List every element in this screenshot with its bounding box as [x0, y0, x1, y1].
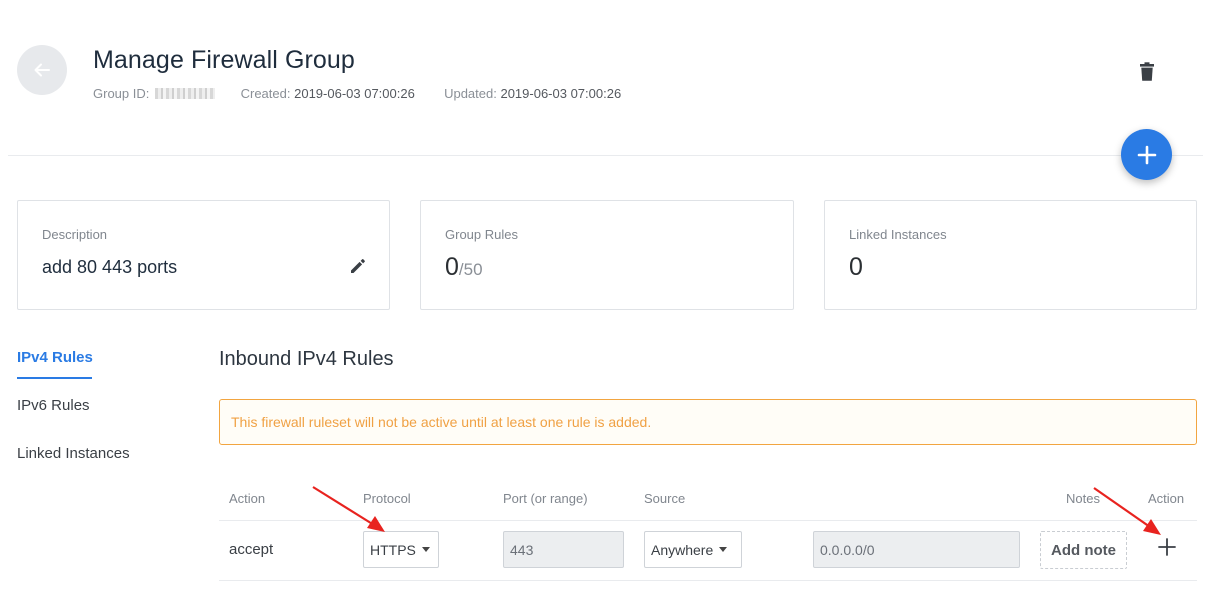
- created-label: Created:: [240, 86, 291, 101]
- group-id-label: Group ID:: [93, 86, 150, 101]
- table-header-divider: [219, 520, 1197, 521]
- column-header-port: Port (or range): [503, 491, 588, 506]
- page-title: Manage Firewall Group: [93, 46, 355, 74]
- add-button[interactable]: [1121, 129, 1172, 180]
- pencil-icon: [351, 259, 365, 273]
- caret-down-icon: [421, 547, 430, 552]
- source-selected-value: Anywhere: [651, 542, 714, 558]
- add-note-button[interactable]: Add note: [1040, 531, 1127, 569]
- inactive-ruleset-alert: This firewall ruleset will not be active…: [219, 399, 1197, 445]
- caret-down-icon: [719, 547, 728, 552]
- sidebar-item-linked-instances[interactable]: Linked Instances: [17, 445, 130, 462]
- updated-value: 2019-06-03 07:00:26: [500, 86, 622, 101]
- active-tab-indicator: [17, 377, 92, 379]
- group-rules-count-value: 0: [445, 253, 459, 281]
- source-select[interactable]: Anywhere: [644, 531, 742, 568]
- delete-group-button[interactable]: [1138, 62, 1156, 87]
- trash-icon: [1140, 62, 1154, 81]
- subnet-input[interactable]: 0.0.0.0/0: [813, 531, 1020, 568]
- group-rules-label: Group Rules: [445, 227, 518, 242]
- add-rule-plus-icon: [1158, 538, 1176, 556]
- created-value: 2019-06-03 07:00:26: [294, 86, 415, 101]
- header-divider: [8, 155, 1203, 156]
- group-id-redacted: [154, 88, 215, 99]
- updated-label: Updated:: [444, 86, 497, 101]
- column-header-row-action: Action: [1148, 491, 1185, 506]
- description-card: Description add 80 443 ports: [17, 200, 390, 310]
- group-meta: Group ID: Created: 2019-06-03 07:00:26 U…: [93, 86, 621, 101]
- add-rule-button[interactable]: [1156, 536, 1178, 563]
- description-label: Description: [42, 227, 108, 242]
- port-input[interactable]: 443: [503, 531, 624, 568]
- sidebar-item-ipv6-rules[interactable]: IPv6 Rules: [17, 397, 90, 414]
- section-title: Inbound IPv4 Rules: [219, 348, 394, 370]
- sidebar-item-ipv4-rules[interactable]: IPv4 Rules: [17, 349, 93, 366]
- column-header-action: Action: [229, 491, 266, 506]
- group-rules-count: 0/50: [445, 253, 483, 282]
- edit-description-button[interactable]: [349, 257, 367, 280]
- protocol-select[interactable]: HTTPS: [363, 531, 439, 568]
- table-row-divider: [219, 580, 1197, 581]
- group-rules-card: Group Rules 0/50: [420, 200, 794, 310]
- linked-instances-count: 0: [849, 253, 863, 281]
- protocol-selected-value: HTTPS: [370, 542, 416, 558]
- back-button[interactable]: [17, 45, 67, 95]
- column-header-source: Source: [644, 491, 686, 506]
- rule-action-value: accept: [229, 541, 274, 558]
- column-header-notes: Notes: [1066, 491, 1100, 506]
- linked-instances-card: Linked Instances 0: [824, 200, 1197, 310]
- back-arrow-icon: [34, 63, 50, 77]
- group-rules-max: /50: [458, 260, 483, 279]
- description-value: add 80 443 ports: [42, 257, 178, 277]
- plus-icon: [1137, 145, 1156, 164]
- linked-instances-label: Linked Instances: [849, 227, 947, 242]
- column-header-protocol: Protocol: [363, 491, 411, 506]
